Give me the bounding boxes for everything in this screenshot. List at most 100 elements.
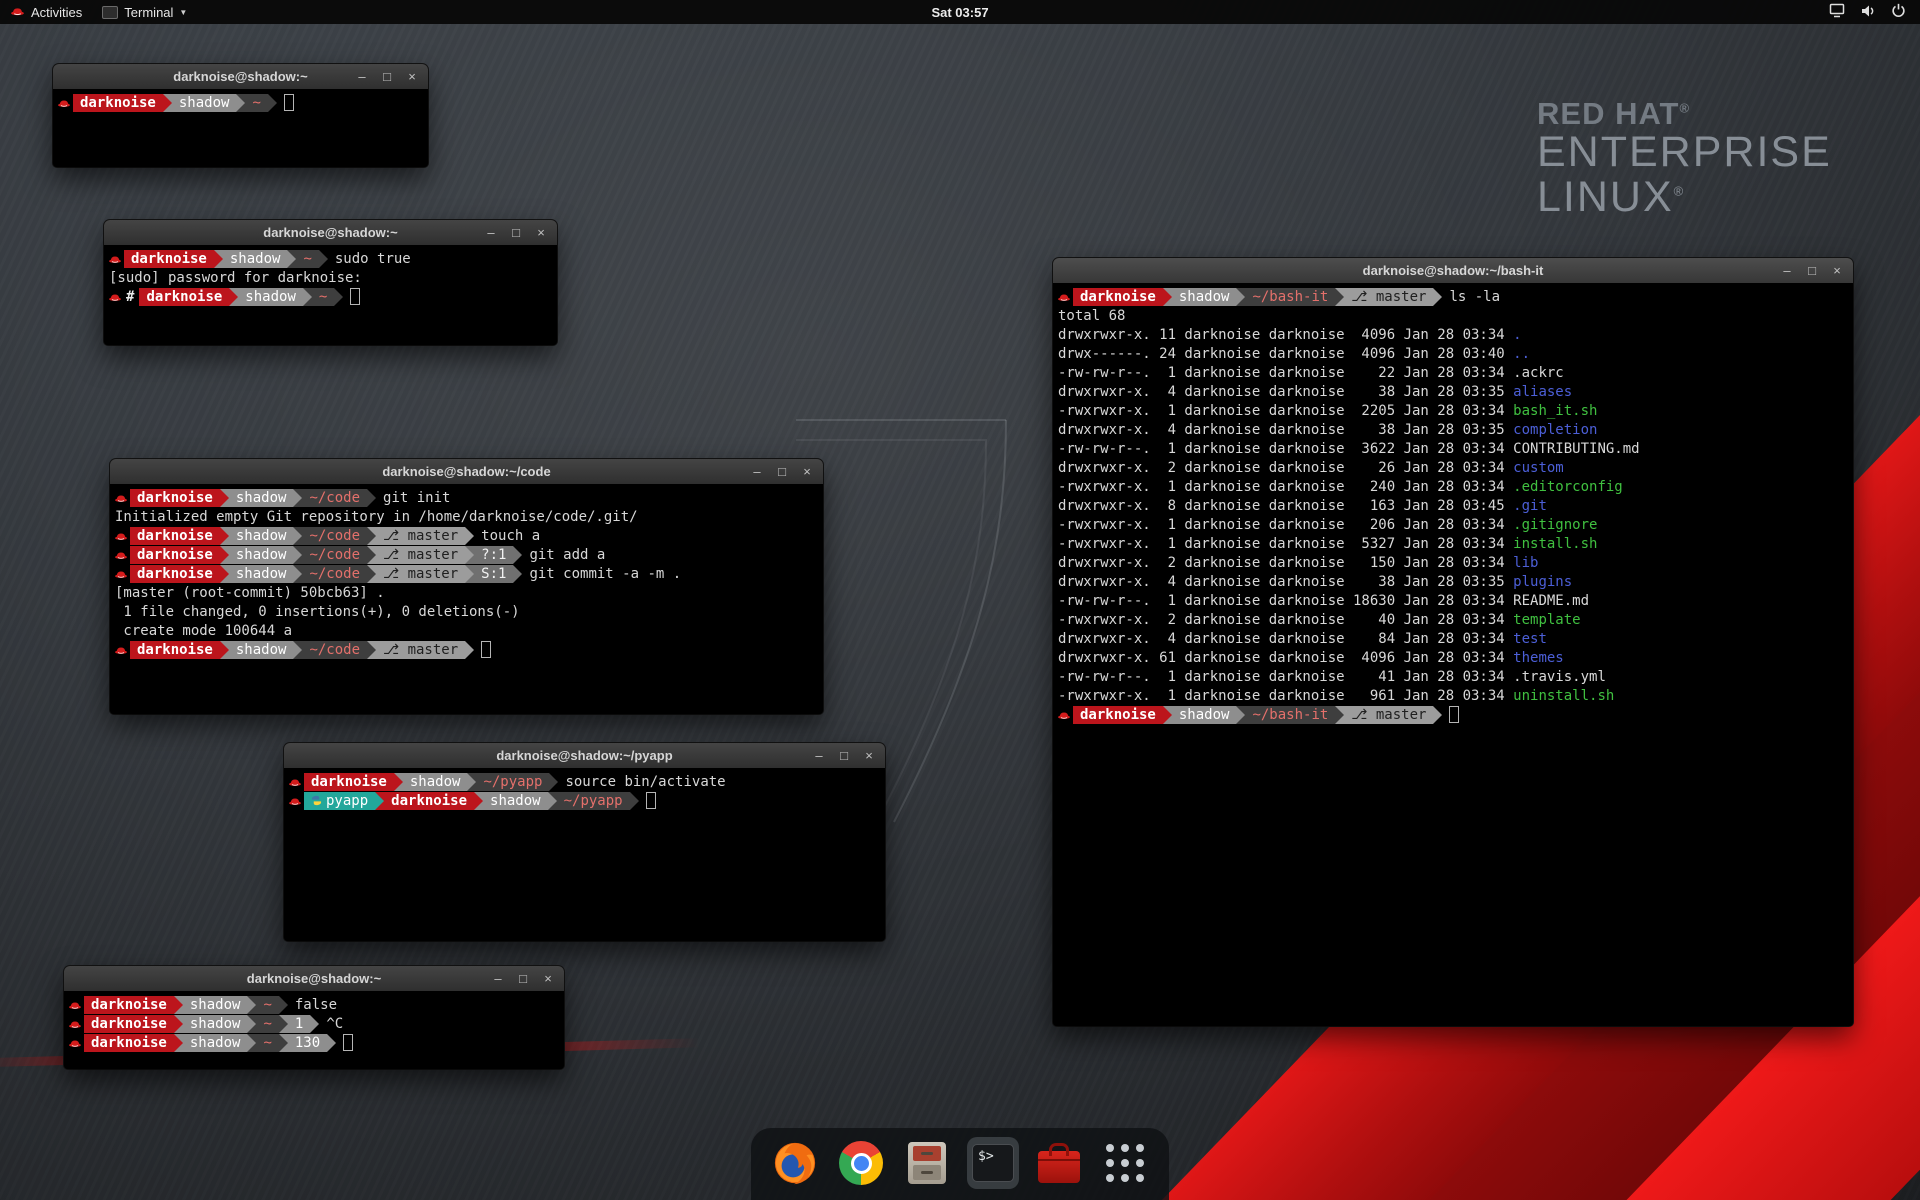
powerline-separator <box>465 546 474 564</box>
command-text: ls -la <box>1449 289 1500 305</box>
prompt-segment-git: ⎇ master <box>376 565 465 583</box>
app-menu[interactable]: Terminal ▼ <box>92 0 197 24</box>
powerline-separator <box>327 1034 336 1052</box>
prompt-segment-host: shadow <box>183 1034 248 1052</box>
close-button[interactable]: × <box>541 971 555 986</box>
clock[interactable]: Sat 03:57 <box>931 5 988 20</box>
file-name: .ackrc <box>1513 365 1564 381</box>
terminal-content[interactable]: darknoiseshadow~/bash-it⎇ masterls -lato… <box>1053 283 1853 1026</box>
terminal-content[interactable]: darknoiseshadow~/codegit initInitialized… <box>110 484 823 714</box>
firefox-icon[interactable] <box>769 1137 821 1189</box>
power-icon[interactable] <box>1891 3 1906 21</box>
activities-button[interactable]: Activities <box>0 0 92 24</box>
top-bar: Activities Terminal ▼ Sat 03:57 <box>0 0 1920 24</box>
prompt-segment-path: ~ <box>256 1015 278 1033</box>
app-grid-icon[interactable] <box>1099 1137 1151 1189</box>
output-text: drwxrwxr-x. 4 darknoise darknoise 38 Jan… <box>1056 422 1513 438</box>
prompt-segment-user: darknoise <box>73 94 163 112</box>
prompt-segment-host: shadow <box>172 94 237 112</box>
minimize-button[interactable]: – <box>1780 263 1794 278</box>
terminal-line: pyappdarknoiseshadow~/pyapp <box>287 791 882 810</box>
powerline-separator <box>174 996 183 1014</box>
terminal-content[interactable]: darknoiseshadow~falsedarknoiseshadow~1^C… <box>64 991 564 1069</box>
command-text: source bin/activate <box>565 774 725 790</box>
window-titlebar[interactable]: darknoise@shadow:~/bash-it – □ × <box>1053 258 1853 284</box>
maximize-button[interactable]: □ <box>1805 263 1819 278</box>
powerline-separator <box>163 94 172 112</box>
maximize-button[interactable]: □ <box>380 69 394 84</box>
powerline-separator <box>394 773 403 791</box>
file-name: . <box>1513 327 1521 343</box>
file-name: bash_it.sh <box>1513 403 1597 419</box>
terminal-line: #darknoiseshadow~ <box>107 287 554 306</box>
terminal-cursor <box>646 792 656 809</box>
display-icon[interactable] <box>1829 3 1845 21</box>
close-button[interactable]: × <box>800 464 814 479</box>
powerline-separator <box>1433 706 1442 724</box>
maximize-button[interactable]: □ <box>516 971 530 986</box>
close-button[interactable]: × <box>862 748 876 763</box>
prompt-segment-user: darknoise <box>139 288 229 306</box>
minimize-button[interactable]: – <box>491 971 505 986</box>
terminal-line: darknoiseshadow~ <box>56 93 425 112</box>
window-titlebar[interactable]: darknoise@shadow:~ – □ × <box>104 220 557 246</box>
output-text: -rw-rw-r--. 1 darknoise darknoise 22 Jan… <box>1056 365 1513 381</box>
redhat-icon <box>107 288 123 306</box>
close-button[interactable]: × <box>405 69 419 84</box>
close-button[interactable]: × <box>1830 263 1844 278</box>
terminal-cursor <box>1449 706 1459 723</box>
powerline-separator <box>279 1015 288 1033</box>
window-titlebar[interactable]: darknoise@shadow:~ – □ × <box>64 966 564 992</box>
minimize-button[interactable]: – <box>355 69 369 84</box>
terminal-content[interactable]: darknoiseshadow~sudo true[sudo] password… <box>104 245 557 345</box>
powerline-separator <box>375 792 384 810</box>
powerline-separator <box>1163 706 1172 724</box>
terminal-window: darknoise@shadow:~ – □ × darknoise shadow… <box>53 64 428 167</box>
window-controls: – □ × <box>1780 258 1844 283</box>
output-text: drwx------. 24 darknoise darknoise 4096 … <box>1056 346 1513 362</box>
toolbox-icon[interactable] <box>1033 1137 1085 1189</box>
window-titlebar[interactable]: darknoise@shadow:~/code – □ × <box>110 459 823 485</box>
window-titlebar[interactable]: darknoise@shadow:~ – □ × <box>53 64 428 90</box>
windows-layer: darknoise@shadow:~ – □ × darknoiseshadow… <box>0 0 1920 1200</box>
output-text: -rw-rw-r--. 1 darknoise darknoise 18630 … <box>1056 593 1513 609</box>
chrome-icon[interactable] <box>835 1137 887 1189</box>
powerline-separator <box>220 489 229 507</box>
maximize-button[interactable]: □ <box>509 225 523 240</box>
output-text: -rwxrwxr-x. 1 darknoise darknoise 206 Ja… <box>1056 517 1513 533</box>
terminal-content[interactable]: darknoiseshadow~/pyappsource bin/activat… <box>284 768 885 941</box>
command-text: touch a <box>481 528 540 544</box>
prompt-segment-path: ~/code <box>302 565 367 583</box>
redhat-icon <box>113 489 129 507</box>
close-button[interactable]: × <box>534 225 548 240</box>
terminal-line: darknoiseshadow~/code⎇ mastertouch a <box>113 526 820 545</box>
powerline-separator <box>279 996 288 1014</box>
minimize-button[interactable]: – <box>750 464 764 479</box>
minimize-button[interactable]: – <box>812 748 826 763</box>
window-controls: – □ × <box>484 220 548 245</box>
volume-icon[interactable] <box>1860 4 1876 21</box>
powerline-separator <box>467 773 476 791</box>
redhat-icon <box>10 5 25 20</box>
output-text: -rwxrwxr-x. 1 darknoise darknoise 240 Ja… <box>1056 479 1513 495</box>
powerline-separator <box>465 641 474 659</box>
maximize-button[interactable]: □ <box>837 748 851 763</box>
terminal-icon[interactable]: $> <box>967 1137 1019 1189</box>
files-icon[interactable] <box>901 1137 953 1189</box>
prompt-segment-git: ⎇ master <box>1344 288 1433 306</box>
terminal-line: -rw-rw-r--. 1 darknoise darknoise 3622 J… <box>1056 439 1850 458</box>
powerline-separator <box>247 1034 256 1052</box>
powerline-separator <box>367 641 376 659</box>
output-text: drwxrwxr-x. 2 darknoise darknoise 26 Jan… <box>1056 460 1513 476</box>
prompt-segment-path: ~/code <box>302 546 367 564</box>
prompt-segment-user: darknoise <box>84 996 174 1014</box>
terminal-content[interactable]: darknoiseshadow~ <box>53 89 428 167</box>
output-text: drwxrwxr-x. 8 darknoise darknoise 163 Ja… <box>1056 498 1513 514</box>
powerline-separator <box>1236 706 1245 724</box>
maximize-button[interactable]: □ <box>775 464 789 479</box>
window-titlebar[interactable]: darknoise@shadow:~/pyapp – □ × <box>284 743 885 769</box>
terminal-line: [sudo] password for darknoise: <box>107 268 554 287</box>
minimize-button[interactable]: – <box>484 225 498 240</box>
terminal-line: drwxrwxr-x. 4 darknoise darknoise 38 Jan… <box>1056 572 1850 591</box>
prompt-segment-git: ⎇ master <box>376 527 465 545</box>
